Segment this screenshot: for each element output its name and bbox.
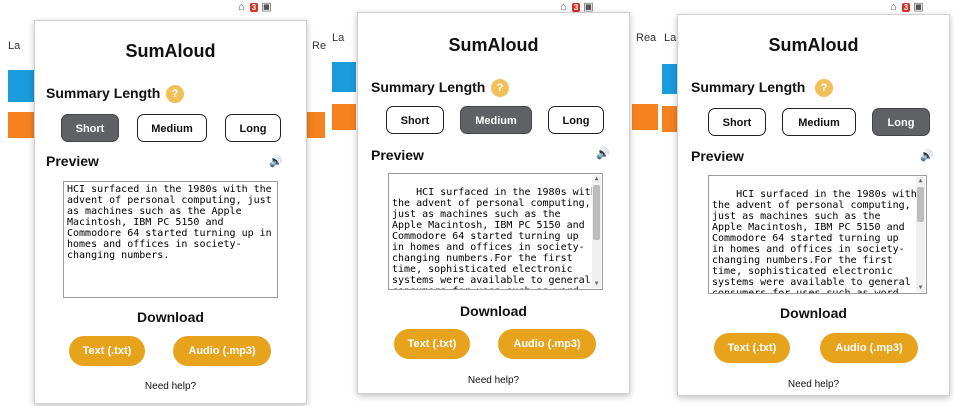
length-medium-button[interactable]: Medium (460, 106, 532, 134)
length-long-button[interactable]: Long (548, 106, 604, 134)
app-title: SumAloud (768, 35, 859, 55)
bg-nav-blue-2 (332, 62, 356, 92)
preview-textarea[interactable]: HCI surfaced in the 1980s with the adven… (63, 181, 278, 298)
download-text-button[interactable]: Text (.txt) (714, 333, 790, 363)
speaker-icon[interactable]: 🔊 (596, 147, 610, 160)
download-label: Download (460, 303, 527, 319)
scroll-down-arrow-icon[interactable]: ▼ (916, 284, 925, 292)
preview-textarea[interactable]: HCI surfaced in the 1980s with the adven… (708, 175, 927, 294)
scroll-up-arrow-icon[interactable]: ▲ (592, 175, 601, 183)
sumaloud-popup: SumAloud Summary Length ? Short Medium L… (34, 20, 307, 404)
summary-length-label: Summary Length (46, 85, 161, 101)
download-audio-button[interactable]: Audio (.mp3) (498, 329, 596, 359)
help-icon[interactable]: ? (166, 85, 184, 103)
preview-text: HCI surfaced in the 1980s with the adven… (392, 187, 597, 289)
preview-label: Preview (691, 148, 744, 164)
ext-badge: 3 (571, 3, 581, 12)
preview-label: Preview (46, 153, 99, 169)
bg-tab-text: Lа (8, 40, 21, 52)
speaker-icon[interactable]: 🔊 (920, 149, 934, 162)
length-long-button[interactable]: Long (225, 114, 281, 142)
need-help-link[interactable]: Need help? (678, 379, 949, 390)
help-icon[interactable]: ? (815, 79, 833, 97)
length-short-button[interactable]: Short (386, 106, 444, 134)
need-help-link[interactable]: Need help? (358, 375, 629, 386)
bg-nav-orange-2 (332, 104, 356, 130)
bg-nav-orange-1b (305, 112, 325, 138)
length-short-button[interactable]: Short (708, 108, 766, 136)
scroll-up-arrow-icon[interactable]: ▲ (916, 177, 925, 185)
sumaloud-popup: SumAloud Summary Length ? Short Medium L… (677, 14, 950, 396)
summary-length-label: Summary Length (371, 79, 486, 95)
scroll-thumb[interactable] (593, 185, 600, 240)
length-medium-button[interactable]: Medium (782, 108, 856, 136)
bg-nav-orange-1 (8, 112, 34, 138)
ext-badge: 3 (249, 3, 259, 12)
length-long-button[interactable]: Long (872, 108, 930, 136)
app-title: SumAloud (125, 41, 216, 61)
bg-tab-text: Rea (636, 32, 657, 44)
ext-badge: 3 (901, 3, 911, 12)
preview-text: HCI surfaced in the 1980s with the adven… (712, 189, 917, 294)
bg-toolbar-icons: ⌂ 3 ▣ (890, 1, 924, 13)
scroll-thumb[interactable] (917, 187, 924, 222)
scroll-down-arrow-icon[interactable]: ▼ (592, 280, 601, 288)
bg-tab-text: La (664, 32, 677, 44)
download-audio-button[interactable]: Audio (.mp3) (820, 333, 918, 363)
bg-tab-text: Re (312, 40, 327, 52)
help-icon[interactable]: ? (491, 79, 509, 97)
need-help-link[interactable]: Need help? (35, 381, 306, 392)
download-label: Download (780, 305, 847, 321)
summary-length-label: Summary Length (691, 79, 806, 95)
preview-scrollbar[interactable]: ▲ ▼ (916, 177, 925, 292)
download-label: Download (137, 309, 204, 325)
bg-nav-orange-2b (632, 104, 658, 130)
download-text-button[interactable]: Text (.txt) (69, 336, 145, 366)
preview-textarea[interactable]: HCI surfaced in the 1980s with the adven… (388, 173, 603, 290)
length-short-button[interactable]: Short (61, 114, 119, 142)
download-audio-button[interactable]: Audio (.mp3) (173, 336, 271, 366)
length-medium-button[interactable]: Medium (137, 114, 207, 142)
preview-scrollbar[interactable]: ▲ ▼ (592, 175, 601, 288)
bg-toolbar-icons: ⌂ 3 ▣ (238, 1, 272, 13)
preview-label: Preview (371, 147, 424, 163)
sumaloud-popup: SumAloud Summary Length ? Short Medium L… (357, 12, 630, 394)
bg-nav-blue-1 (8, 70, 34, 102)
app-title: SumAloud (448, 35, 539, 55)
download-text-button[interactable]: Text (.txt) (394, 329, 470, 359)
speaker-icon[interactable]: 🔊 (269, 155, 283, 168)
bg-tab-text: La (332, 32, 345, 44)
